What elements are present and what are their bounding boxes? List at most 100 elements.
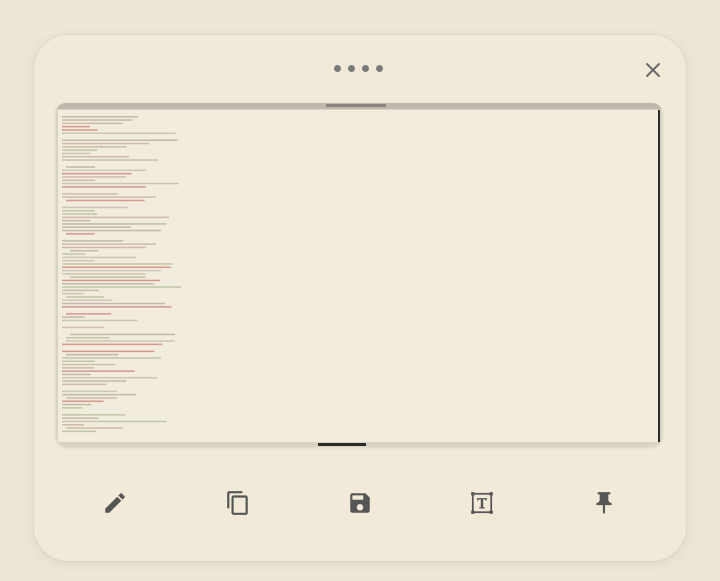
code-line [62,424,84,426]
code-line [62,414,126,416]
code-line [62,169,147,172]
code-line [62,122,124,125]
code-line [62,210,95,212]
code-line [62,283,155,285]
code-line [62,219,91,222]
code-line [62,279,161,282]
code-line [62,176,126,178]
code-line [62,367,95,369]
code-line [62,152,90,155]
code-line [62,319,138,322]
code-line [62,373,91,376]
code-line [62,350,155,353]
code-line [62,266,171,268]
preview-editor-area [58,110,660,442]
code-line [62,243,156,245]
code-line [62,393,137,396]
extract-text-button[interactable] [460,481,504,525]
code-line [62,186,147,188]
code-line [62,116,139,118]
code-line [62,299,113,301]
code-line [62,240,124,242]
code-line [62,302,166,305]
code-line [62,343,163,346]
code-line [62,206,128,209]
copy-button[interactable] [216,481,260,525]
code-line [62,430,97,433]
drag-handle-icon[interactable] [334,65,383,72]
code-line [62,306,172,308]
code-line [62,286,182,288]
code-line [62,377,158,379]
code-line [62,149,98,151]
pencil-icon [105,493,125,513]
code-line [62,383,107,386]
edit-button[interactable] [93,481,137,525]
code-line [62,360,96,362]
code-line [70,333,176,336]
code-line [62,179,96,181]
code-line [62,139,178,141]
code-line [66,199,145,202]
code-line [62,246,146,249]
code-line [62,125,90,128]
code-line [62,357,162,359]
pin-button[interactable] [582,481,626,525]
copy-icon [227,491,248,515]
code-line [62,326,105,329]
code-line [62,400,104,402]
code-line [62,119,133,121]
preview-code-lines [62,116,182,433]
code-line [66,233,95,235]
code-line [66,296,105,298]
pin-icon [596,492,612,514]
code-line [62,216,169,219]
code-line [66,337,110,339]
preview-window-titlebar [56,103,662,109]
code-line [62,159,158,161]
code-line [62,407,83,409]
code-line [62,156,130,158]
text-recognition-icon [471,492,493,514]
code-line [62,390,117,393]
code-line [62,223,167,225]
screenshot-preview[interactable] [56,103,662,446]
save-icon [350,493,370,513]
code-line [62,226,131,228]
code-line [62,289,99,292]
code-line [62,363,116,366]
code-line [62,182,179,185]
code-line [62,142,150,145]
code-line [62,132,176,134]
code-line [62,146,127,148]
code-line [62,269,161,272]
code-line [66,340,175,342]
action-toolbar [34,481,686,525]
code-line [66,166,96,168]
close-icon [646,63,660,77]
code-line [66,353,119,356]
code-line [62,259,95,262]
code-line [70,250,99,252]
code-line [66,313,112,315]
code-line [70,276,146,278]
code-line [62,292,85,295]
code-line [62,256,136,259]
code-line [62,229,162,232]
preview-scroll-indicator [318,443,366,446]
code-line [62,213,98,215]
code-line [62,403,92,406]
save-button[interactable] [338,481,382,525]
code-line [62,380,127,382]
code-line [62,370,135,372]
code-line [62,129,98,131]
code-line [62,263,173,265]
close-button[interactable] [640,57,666,83]
code-line [62,172,132,175]
screenshot-popup [34,35,686,561]
code-line [62,193,118,195]
code-line [62,420,167,423]
code-line [66,397,117,399]
code-line [62,253,85,255]
code-line [62,196,156,198]
